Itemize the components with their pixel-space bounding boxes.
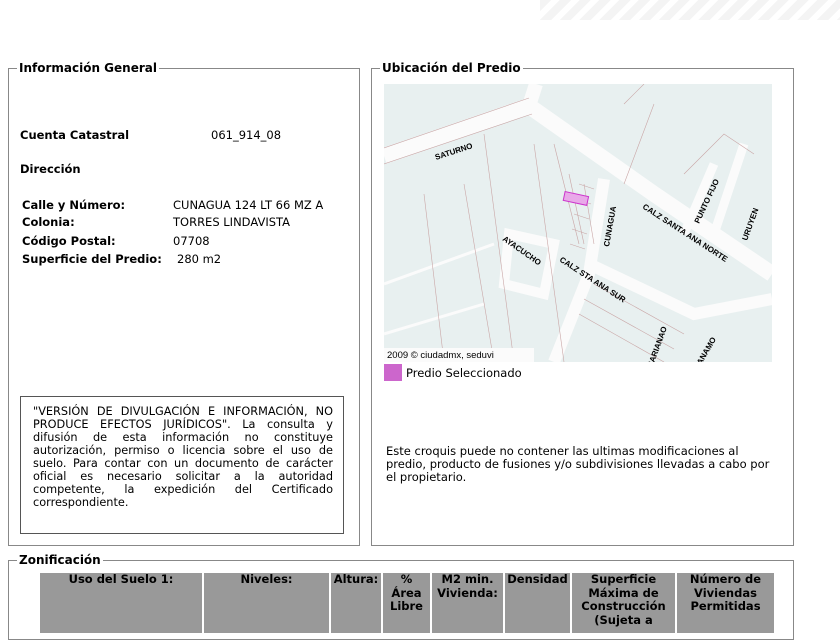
panel-title: Ubicación del Predio bbox=[380, 61, 523, 75]
map-note: Este croquis puede no contener las ultim… bbox=[386, 444, 770, 484]
col-num-viviendas: Número de Viviendas Permitidas bbox=[676, 572, 776, 633]
cuenta-value: 061_914_08 bbox=[211, 128, 282, 142]
col-m2-min: M2 min. Vivienda: bbox=[431, 572, 505, 633]
selected-parcel bbox=[562, 190, 590, 206]
panel-title: Zonificación bbox=[17, 553, 103, 567]
location-map[interactable]: SATURNO CUNAGUA CALZ SANTA ANA NORTE PUN… bbox=[381, 81, 777, 370]
cuenta-label: Cuenta Catastral bbox=[20, 128, 130, 142]
col-area-libre: % Área Libre bbox=[382, 572, 432, 633]
col-niveles: Niveles: bbox=[203, 572, 331, 633]
street-label: TANAMO bbox=[693, 336, 718, 362]
colonia-value: TORRES LINDAVISTA bbox=[173, 215, 291, 229]
street-label: MARIANAO bbox=[645, 325, 669, 362]
cp-label: Código Postal: bbox=[22, 234, 116, 248]
legend-swatch bbox=[384, 364, 402, 381]
col-altura: Altura: bbox=[330, 572, 383, 633]
map-copyright: 2009 © ciudadmx, seduvi bbox=[387, 350, 494, 361]
colonia-label: Colonia: bbox=[22, 215, 75, 229]
panel-title: Información General bbox=[17, 61, 159, 75]
disclaimer-box: "VERSIÓN DE DIVULGACIÓN E INFORMACIÓN, N… bbox=[20, 396, 344, 534]
col-superficie-maxima: Superficie Máxima de Construcción (Sujet… bbox=[571, 572, 677, 633]
calle-value: CUNAGUA 124 LT 66 MZ A bbox=[173, 198, 324, 212]
col-densidad: Densidad bbox=[504, 572, 572, 633]
superficie-label: Superficie del Predio: bbox=[22, 252, 162, 266]
col-uso-suelo: Uso del Suelo 1: bbox=[40, 572, 204, 633]
zonificacion-table: Uso del Suelo 1: Niveles: Altura: % Área… bbox=[40, 572, 776, 633]
table-header-row: Uso del Suelo 1: Niveles: Altura: % Área… bbox=[40, 572, 776, 633]
superficie-value: 280 m2 bbox=[177, 252, 222, 266]
direccion-heading: Dirección bbox=[20, 162, 81, 176]
street-label: URUYEN bbox=[740, 207, 760, 242]
cp-value: 07708 bbox=[173, 234, 210, 248]
header-decoration bbox=[540, 0, 840, 20]
legend-label: Predio Seleccionado bbox=[406, 366, 522, 380]
calle-label: Calle y Número: bbox=[22, 198, 126, 212]
